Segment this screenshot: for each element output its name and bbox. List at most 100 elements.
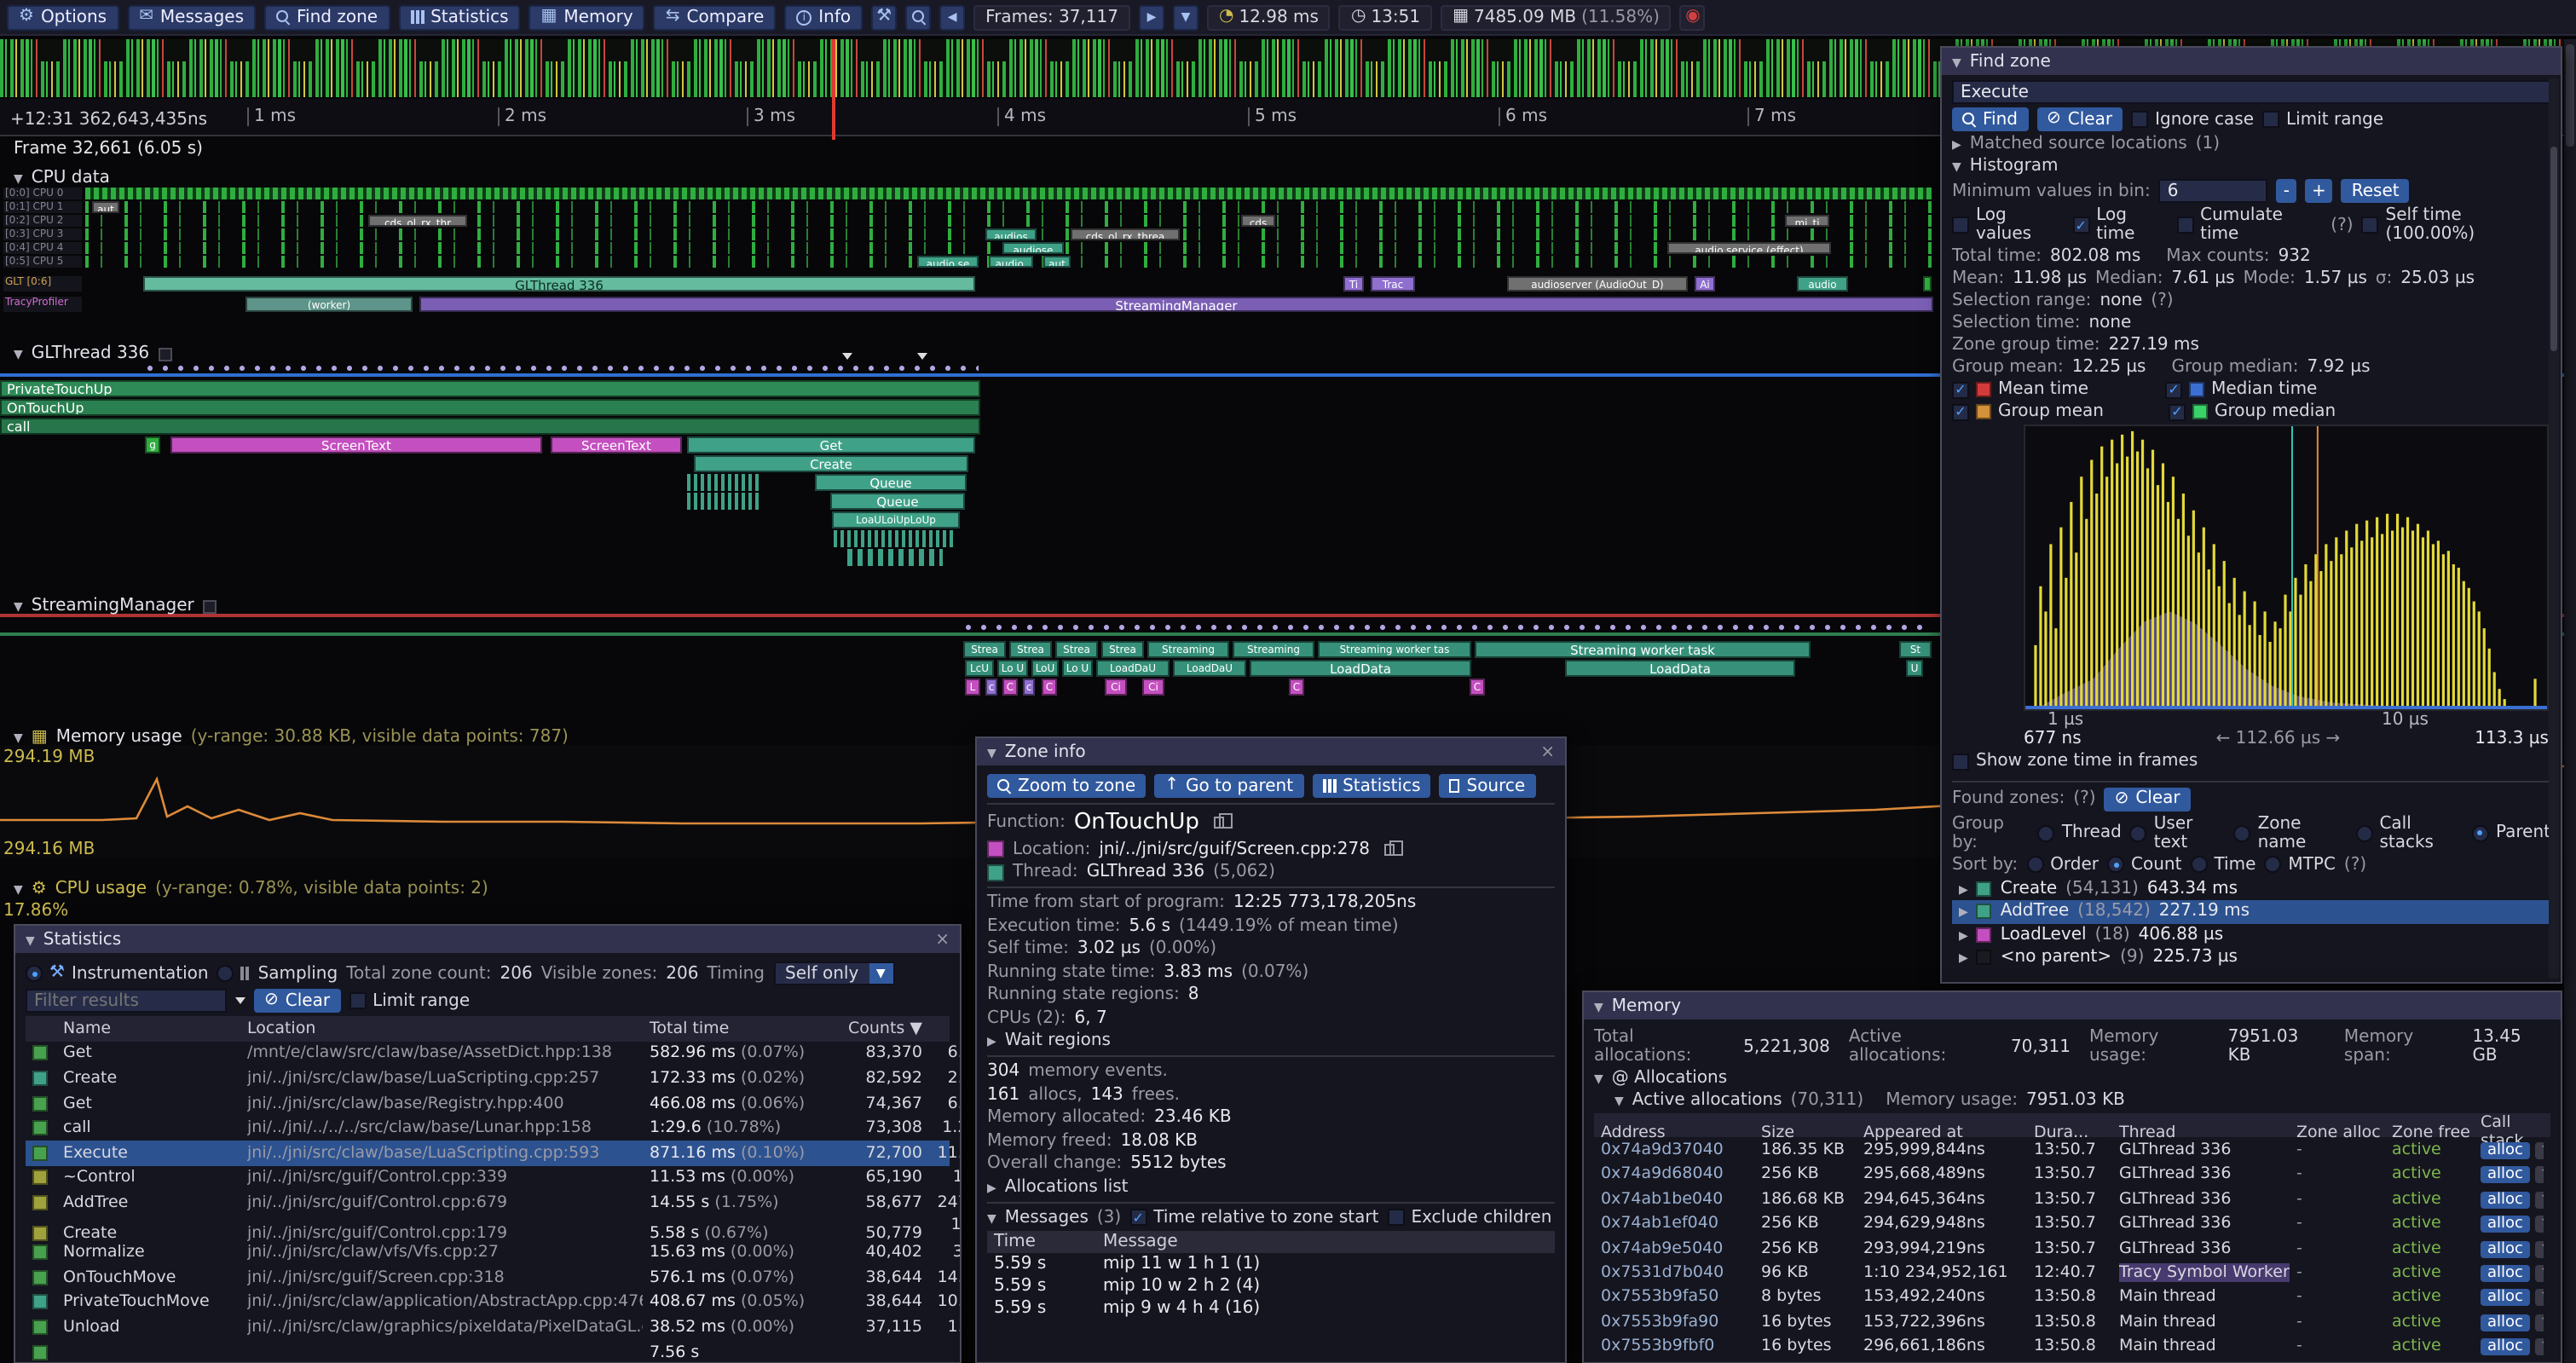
timeline-zone[interactable]: Queue xyxy=(815,474,967,491)
found-zone-group-row[interactable]: <no parent> (9) 225.73 µs xyxy=(1952,946,2550,969)
statistics-table-header[interactable]: Name Location Total time Counts ▼ MTPC xyxy=(26,1016,950,1041)
timeline-zone[interactable]: audio. xyxy=(989,256,1033,268)
alloc-callstack-button[interactable]: alloc xyxy=(2481,1314,2530,1331)
sampling-radio[interactable]: Sampling xyxy=(217,964,338,983)
table-row[interactable]: call jni/../jni/../../../src/claw/base/L… xyxy=(26,1116,950,1141)
statistics-button[interactable]: Statistics xyxy=(398,4,520,30)
timeline-zone[interactable]: L xyxy=(965,679,980,696)
sort-by-time-radio[interactable]: Time xyxy=(2190,855,2255,874)
timeline-zone[interactable]: [0:4] CPU 4 xyxy=(3,242,82,254)
close-icon[interactable]: × xyxy=(1540,742,1555,761)
timeline-zone[interactable]: call xyxy=(0,418,980,435)
timeline-zone[interactable]: LoaULoiUpLoUp xyxy=(832,511,960,528)
memory-table-header[interactable]: Address Size Appeared at Dura... Thread … xyxy=(1594,1113,2550,1138)
allocation-row[interactable]: 0x74a9d68040 256 KB 295,668,489ns 13:50.… xyxy=(1594,1163,2550,1187)
allocation-row[interactable]: 0x74ab9e5040 256 KB 293,994,219ns 13:50.… xyxy=(1594,1236,2550,1261)
limit-range-checkbox[interactable]: Limit range xyxy=(349,991,470,1010)
timeline-zone[interactable]: U xyxy=(1906,660,1923,677)
allocations-expander[interactable]: @ Allocations xyxy=(1594,1069,2550,1088)
timeline-zone[interactable]: ScreenText xyxy=(170,436,542,453)
timeline-zone[interactable]: OnTouchUp xyxy=(0,399,980,416)
allocation-address[interactable]: 0x7553b9fa50 xyxy=(1601,1288,1754,1307)
timeline-zone[interactable]: GLT [0:6] xyxy=(3,276,82,292)
timeline-zone[interactable]: audio xyxy=(1797,276,1848,292)
timeline-zone[interactable]: GLThread 336 xyxy=(143,276,975,292)
free-callstack-button[interactable]: free xyxy=(2535,1167,2544,1184)
go-to-parent-button[interactable]: Go to parent xyxy=(1154,774,1303,798)
timeline-zone[interactable]: Strea xyxy=(1101,641,1144,658)
sort-by-order-radio[interactable]: Order xyxy=(2026,855,2099,874)
sort-by-mtpc-radio[interactable]: MTPC xyxy=(2264,855,2336,874)
timeline-zone[interactable] xyxy=(834,530,953,547)
group-by-parent-radio[interactable]: Parent xyxy=(2472,823,2550,842)
found-zone-group-row[interactable]: AddTree (18,542) 227.19 ms xyxy=(1952,900,2550,923)
memory-panel-titlebar[interactable]: Memory xyxy=(1584,992,2561,1019)
alloc-callstack-button[interactable]: alloc xyxy=(2481,1167,2530,1184)
find-zone-button[interactable]: Find zone xyxy=(264,4,390,30)
timeline-zone[interactable]: Ti xyxy=(1343,276,1364,292)
time-relative-checkbox[interactable]: Time relative to zone start xyxy=(1129,1208,1378,1227)
timeline-zone[interactable]: mi_ti xyxy=(1785,215,1829,227)
free-callstack-button[interactable]: free xyxy=(2535,1290,2544,1307)
timeline-zone[interactable]: LcU xyxy=(965,660,994,677)
table-row[interactable]: ~Control jni/../jni/src/guif/Control.cpp… xyxy=(26,1165,950,1190)
group-mean-checkbox[interactable]: Group mean xyxy=(1952,402,2104,421)
clear-filter-button[interactable]: Clear xyxy=(254,989,340,1013)
table-row[interactable]: Unload jni/../jni/src/claw/graphics/pixe… xyxy=(26,1314,950,1339)
allocation-address[interactable]: 0x74a9d37040 xyxy=(1601,1141,1754,1159)
tools-button[interactable] xyxy=(871,4,897,30)
timeline-zone[interactable]: C xyxy=(1002,679,1018,696)
log-time-checkbox[interactable]: Log time xyxy=(2072,206,2168,244)
timeline-zone[interactable]: Ci xyxy=(1142,679,1164,696)
log-values-checkbox[interactable]: Log values xyxy=(1952,206,2064,244)
message-dots-row[interactable] xyxy=(963,622,1932,632)
copy-icon[interactable] xyxy=(1215,817,1225,829)
timeline-zone[interactable]: Strea xyxy=(1055,641,1098,658)
alloc-callstack-button[interactable]: alloc xyxy=(2481,1338,2530,1355)
info-button[interactable]: Info xyxy=(784,4,863,30)
timeline-zone[interactable]: St xyxy=(1899,641,1932,658)
next-frame-button[interactable] xyxy=(1139,4,1164,30)
timeline-zone[interactable]: c xyxy=(985,679,997,696)
timing-combo[interactable]: Self only▼ xyxy=(773,962,894,985)
find-button[interactable]: Find xyxy=(1952,107,2028,131)
timeline-zone[interactable]: audioserver (AudioOut_D) xyxy=(1507,276,1688,292)
free-callstack-button[interactable]: free xyxy=(2535,1314,2544,1331)
free-callstack-button[interactable]: free xyxy=(2535,1240,2544,1257)
free-callstack-button[interactable]: free xyxy=(2535,1338,2544,1355)
table-row[interactable]: Create jni/../jni/src/guif/Control.cpp:1… xyxy=(26,1216,950,1240)
streaming-section-header[interactable]: StreamingManager xyxy=(14,597,217,615)
cpu-usage-section-header[interactable]: CPU usage (y-range: 0.78%, visible data … xyxy=(14,880,488,898)
timeline-zone[interactable] xyxy=(1923,276,1932,292)
table-row[interactable]: OnTouchMove jni/../jni/src/guif/Screen.c… xyxy=(26,1265,950,1290)
timeline-zone[interactable]: LoadDaU xyxy=(1096,660,1170,677)
timeline-zone[interactable]: C xyxy=(1042,679,1057,696)
median-time-checkbox[interactable]: Median time xyxy=(2165,380,2317,399)
message-dots-row[interactable] xyxy=(145,363,979,373)
alloc-callstack-button[interactable]: alloc xyxy=(2481,1240,2530,1257)
table-row[interactable]: Create jni/../jni/src/claw/base/LuaScrip… xyxy=(26,1066,950,1090)
table-row[interactable]: Execute jni/../jni/src/claw/base/LuaScri… xyxy=(26,1141,950,1165)
glthread-section-header[interactable]: GLThread 336 xyxy=(14,344,171,363)
memory-button[interactable]: Memory xyxy=(529,4,645,30)
timeline-zone[interactable]: Create xyxy=(694,455,968,472)
free-callstack-button[interactable]: free xyxy=(2535,1192,2544,1209)
alloc-callstack-button[interactable]: alloc xyxy=(2481,1142,2530,1159)
group-by-user-text-radio[interactable]: User text xyxy=(2130,814,2226,852)
timeline-zone[interactable]: LoadData xyxy=(1250,660,1471,677)
group-median-checkbox[interactable]: Group median xyxy=(2169,402,2336,421)
frame-dropdown-button[interactable] xyxy=(1173,4,1198,30)
timeline-zone[interactable]: g xyxy=(145,436,160,453)
active-allocations-expander[interactable]: Active allocations (70,311) Memory usage… xyxy=(1594,1091,2550,1110)
group-by-thread-radio[interactable]: Thread xyxy=(2038,823,2122,842)
allocation-address[interactable]: 0x7553b9fbf0 xyxy=(1601,1337,1754,1355)
timeline-zone[interactable] xyxy=(687,493,759,510)
free-callstack-button[interactable]: free xyxy=(2535,1142,2544,1159)
source-location[interactable]: jni/../jni/src/guif/Screen.cpp:278 xyxy=(1099,840,1370,858)
close-icon[interactable]: × xyxy=(935,930,950,949)
message-row[interactable]: 5.59 s mip 11 w 1 h 1 (1) xyxy=(987,1253,1555,1275)
instrumentation-radio[interactable]: Instrumentation xyxy=(26,964,209,983)
timeline-zone[interactable]: Ci xyxy=(1105,679,1127,696)
self-time-checkbox[interactable]: Self time (100.00%) xyxy=(2362,206,2550,244)
connection-status-button[interactable] xyxy=(1680,4,1706,30)
